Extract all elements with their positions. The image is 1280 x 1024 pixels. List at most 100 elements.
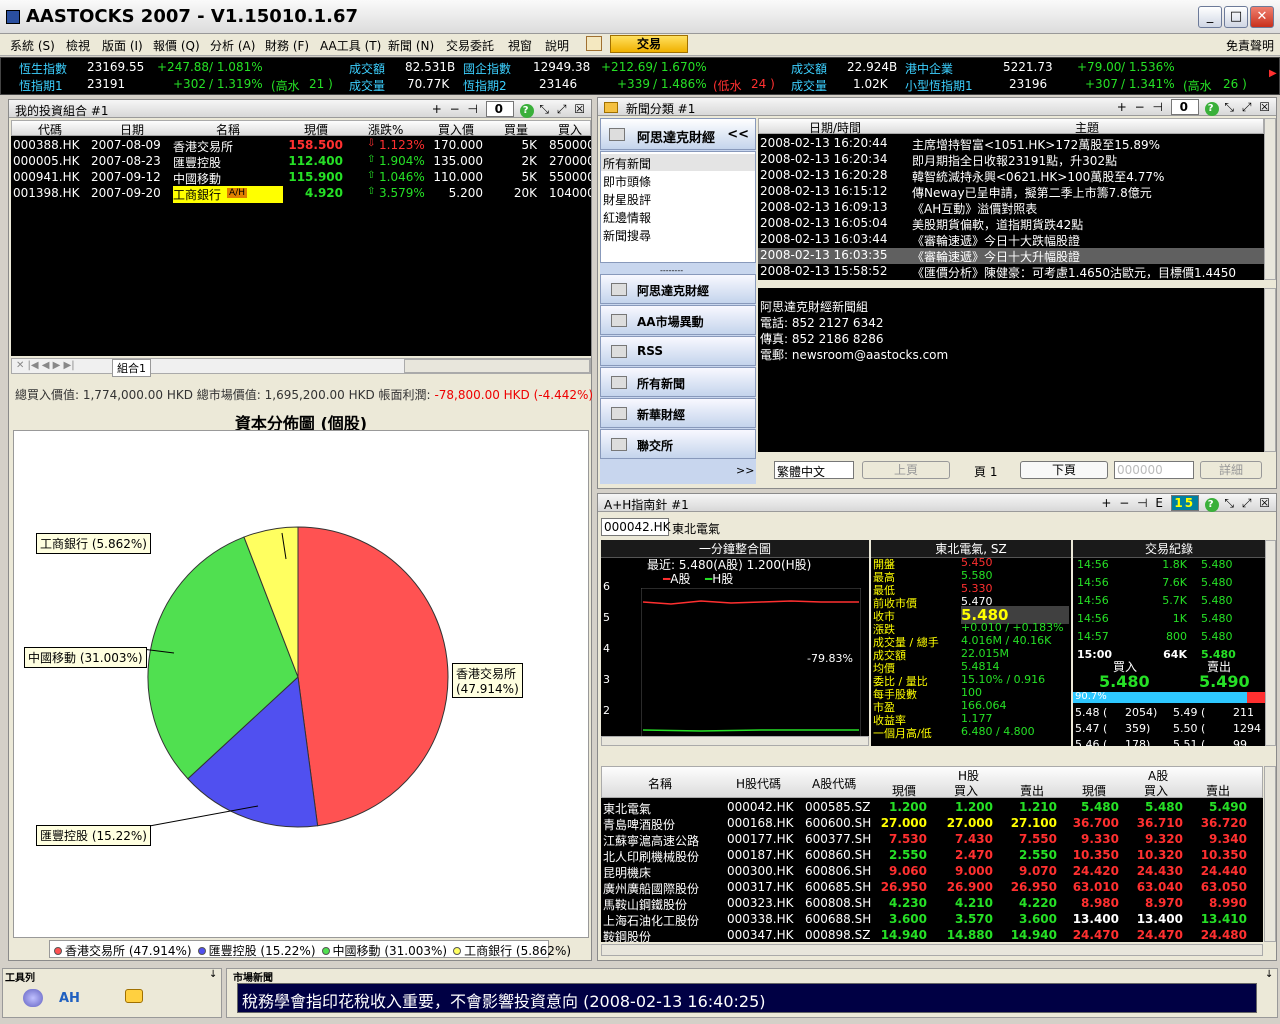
- tab-portfolio-1[interactable]: 組合1: [112, 359, 151, 377]
- prev-page-button[interactable]: 上頁: [862, 461, 950, 479]
- col-a-ask[interactable]: 賣出: [1206, 782, 1230, 799]
- col-datetime[interactable]: 日期/時間: [809, 119, 861, 136]
- market-news-text[interactable]: 稅務學會指印花稅收入重要，不會影響投資意向 (2008-02-13 16:40:…: [242, 988, 766, 1012]
- col-buy-price[interactable]: 買入價: [438, 121, 474, 138]
- market-news-collapse-icon[interactable]: ↓: [1265, 969, 1273, 980]
- chat-icon[interactable]: [125, 989, 143, 1003]
- ticker-redchip-name[interactable]: 港中企業: [905, 60, 953, 77]
- menu-item-news[interactable]: 新聞 (N): [388, 37, 434, 54]
- col-h-ask[interactable]: 賣出: [1020, 782, 1044, 799]
- ticker-hsif2-name[interactable]: 恆指期2: [463, 77, 507, 94]
- trade-button[interactable]: 交易: [610, 35, 688, 53]
- menu-item-view[interactable]: 檢視: [66, 37, 90, 54]
- col-h-code[interactable]: H股代碼: [736, 775, 781, 792]
- col-subject[interactable]: 主題: [1075, 119, 1099, 136]
- news-source-button[interactable]: 所有新聞: [600, 367, 756, 397]
- intraday-scrollbar[interactable]: [601, 736, 869, 746]
- news-category-item[interactable]: 所有新聞: [601, 154, 755, 171]
- news-category-item[interactable]: 財星股評: [601, 190, 755, 207]
- calculator-icon[interactable]: [586, 36, 602, 51]
- news-list-scrollbar[interactable]: [1264, 118, 1276, 280]
- news-source-button[interactable]: 阿思達克財經: [600, 274, 756, 304]
- ah-table-row[interactable]: 上海石油化工股份 000338.HK 600688.SH 3.600 3.570 3.60…: [601, 912, 1261, 928]
- expand-button[interactable]: >>: [736, 464, 754, 477]
- ticker-scroll-arrow-icon[interactable]: ▶: [1269, 68, 1277, 79]
- news-window-tools[interactable]: + − ⊣ 0 ? ⤡ ⤢ ☒: [1117, 99, 1272, 116]
- news-detail-scrollbar[interactable]: [1264, 288, 1276, 452]
- news-category-item[interactable]: 新聞搜尋: [601, 226, 755, 243]
- menu-item-aa-tools[interactable]: AA工具 (T): [320, 37, 381, 54]
- menu-item-window[interactable]: 視窗: [508, 37, 532, 54]
- news-source-button[interactable]: 聯交所: [600, 429, 756, 459]
- maximize-button[interactable]: □: [1224, 6, 1248, 28]
- col-h-price[interactable]: 現價: [892, 782, 916, 799]
- collapse-button[interactable]: <<: [727, 127, 749, 142]
- portfolio-spin[interactable]: 0: [485, 101, 514, 117]
- col-a-code[interactable]: A股代碼: [812, 775, 856, 792]
- language-select[interactable]: 繁體中文: [774, 461, 854, 479]
- ticker-hsif1-name[interactable]: 恆指期1: [19, 77, 63, 94]
- news-row[interactable]: 2008-02-13 16:20:44 主席增持智富<1051.HK>172萬股至…: [758, 136, 1264, 152]
- col-ah-name[interactable]: 名稱: [648, 775, 672, 792]
- news-category-item[interactable]: 即市頭條: [601, 172, 755, 189]
- ah-window-tools[interactable]: + − ⊣ E 15 ? ⤡ ⤢ ☒: [1101, 495, 1272, 512]
- ah-shortcut-icon[interactable]: AH: [59, 991, 80, 1006]
- ticker-hsi-name[interactable]: 恆生指數: [19, 60, 67, 77]
- menu-item-layout[interactable]: 版面 (I): [102, 37, 143, 54]
- news-category-item[interactable]: 紅邊情報: [601, 208, 755, 225]
- toolbar-collapse-icon[interactable]: ↓: [209, 969, 217, 980]
- tab-strip-scrollbar[interactable]: [404, 359, 590, 373]
- details-button[interactable]: 詳細: [1200, 461, 1262, 479]
- stock-code-input[interactable]: 000042.HK: [601, 518, 671, 536]
- menu-item-finance[interactable]: 財務 (F): [265, 37, 309, 54]
- ah-table-row[interactable]: 鞍鋼股份 000347.HK 000898.SZ 14.940 14.880 14.940…: [601, 928, 1261, 942]
- portfolio-row[interactable]: 000388.HK 2007-08-09 香港交易所 158.500 ⇩ 1.123% 17…: [11, 138, 591, 154]
- news-row[interactable]: 2008-02-13 16:03:44 《審輪速遞》今日十大跌幅股證: [758, 232, 1264, 248]
- col-code[interactable]: 代碼: [38, 121, 62, 138]
- col-buy-qty[interactable]: 買量: [504, 121, 528, 138]
- news-spin[interactable]: 0: [1170, 99, 1199, 115]
- minimize-button[interactable]: _: [1198, 6, 1222, 28]
- col-a-bid[interactable]: 買入: [1144, 782, 1168, 799]
- menu-item-system[interactable]: 系統 (S): [10, 37, 55, 54]
- col-name[interactable]: 名稱: [216, 121, 240, 138]
- ah-help-icon[interactable]: ?: [1204, 498, 1219, 512]
- help-icon[interactable]: ?: [519, 104, 534, 118]
- close-button[interactable]: ✕: [1250, 6, 1274, 28]
- ah-table-scrollbar[interactable]: [1264, 766, 1276, 942]
- col-a-price[interactable]: 現價: [1082, 782, 1106, 799]
- ah-spin[interactable]: 15: [1170, 495, 1199, 511]
- ticker-hscei-name[interactable]: 國企指數: [463, 60, 511, 77]
- menu-item-analysis[interactable]: 分析 (A): [210, 37, 255, 54]
- tab-nav-arrows-icon[interactable]: ✕ |◀ ◀ ▶ ▶|: [16, 360, 75, 371]
- col-change-pct[interactable]: 漲跌%: [368, 121, 403, 138]
- portfolio-row[interactable]: 000005.HK 2007-08-23 匯豐控股 112.400 ⇧ 1.904% 135…: [11, 154, 591, 170]
- disclaimer-link[interactable]: 免責聲明: [1226, 37, 1274, 54]
- menu-item-trading[interactable]: 交易委託: [446, 37, 494, 54]
- menu-item-quote[interactable]: 報價 (Q): [153, 37, 200, 54]
- news-row[interactable]: 2008-02-13 16:09:13 《AH互動》溢價對照表: [758, 200, 1264, 216]
- news-row[interactable]: 2008-02-13 16:20:28 韓智統減持永興<0621.HK>100萬股…: [758, 168, 1264, 184]
- news-source-button[interactable]: 新華財經: [600, 398, 756, 428]
- portfolio-window-tools[interactable]: + − ⊣ 0 ? ⤡ ⤢ ☒: [432, 101, 587, 118]
- news-row[interactable]: 2008-02-13 15:58:52 《匯價分析》陳健豪：可考慮1.4650沽歐…: [758, 264, 1264, 280]
- ah-table-row[interactable]: 江蘇寧滬高速公路 000177.HK 600377.SH 7.530 7.430 7.55…: [601, 832, 1261, 848]
- next-page-button[interactable]: 下頁: [1020, 461, 1108, 479]
- ah-table-row[interactable]: 廣州廣船國際股份 000317.HK 600685.SH 26.950 26.900 26…: [601, 880, 1261, 896]
- ah-table-row[interactable]: 青島啤酒股份 000168.HK 600600.SH 27.000 27.000 27.1…: [601, 816, 1261, 832]
- ah-table-row[interactable]: 東北電氣 000042.HK 000585.SZ 1.200 1.200 1.210 5.4…: [601, 800, 1261, 816]
- col-price[interactable]: 現價: [304, 121, 328, 138]
- col-date[interactable]: 日期: [120, 121, 144, 138]
- news-help-icon[interactable]: ?: [1204, 102, 1219, 116]
- news-row[interactable]: 2008-02-13 16:05:04 美股期貨偏軟，道指期貨跌42點: [758, 216, 1264, 232]
- page-input[interactable]: 000000: [1114, 461, 1194, 479]
- news-row[interactable]: 2008-02-13 16:20:34 即月期指全日收報23191點，升302點: [758, 152, 1264, 168]
- market-news-marquee[interactable]: 稅務學會指印花稅收入重要，不會影響投資意向 (2008-02-13 16:40:…: [237, 983, 1257, 1013]
- ah-table-hscrollbar[interactable]: [601, 944, 1263, 956]
- ah-quote-scrollbar[interactable]: [1265, 540, 1276, 746]
- ah-table-row[interactable]: 北人印刷機械股份 000187.HK 600860.SH 2.550 2.470 2.55…: [601, 848, 1261, 864]
- news-row[interactable]: 2008-02-13 16:15:12 傳Neway已呈申請，擬第二季上市籌7.8…: [758, 184, 1264, 200]
- portfolio-row[interactable]: 000941.HK 2007-09-12 中國移動 115.900 ⇧ 1.046% 110…: [11, 170, 591, 186]
- ticker-minihsi-name[interactable]: 小型恆指期1: [905, 77, 973, 94]
- news-source-button[interactable]: RSS: [600, 336, 756, 366]
